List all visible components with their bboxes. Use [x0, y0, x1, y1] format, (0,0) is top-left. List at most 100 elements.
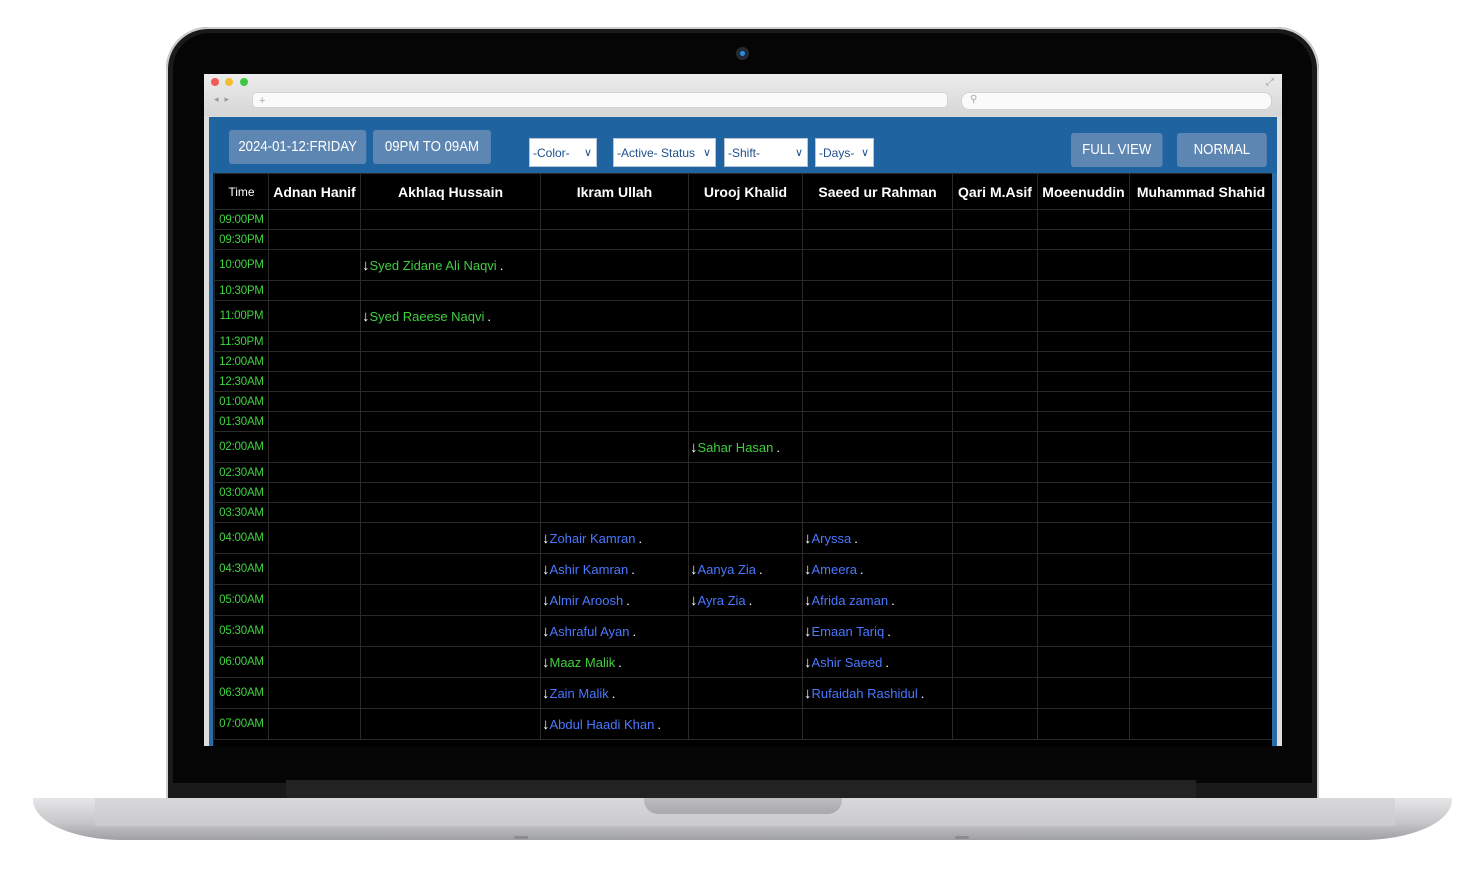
student-name[interactable]: Syed Raeese Naqvi — [370, 309, 485, 324]
schedule-cell[interactable] — [688, 462, 803, 483]
schedule-cell[interactable] — [952, 677, 1038, 709]
schedule-cell[interactable] — [1129, 371, 1272, 392]
student-entry[interactable]: ↓Ashraful Ayan. — [542, 623, 636, 640]
schedule-cell[interactable] — [268, 522, 361, 554]
schedule-cell[interactable] — [952, 371, 1038, 392]
schedule-cell[interactable] — [688, 646, 803, 678]
student-entry[interactable]: ↓Sahar Hasan. — [690, 439, 780, 456]
student-name[interactable]: Zain Malik — [550, 686, 609, 701]
shift-select[interactable]: -Shift- ∨ — [724, 138, 808, 167]
schedule-cell[interactable] — [802, 300, 953, 332]
schedule-cell[interactable]: ↓Ashir Kamran. — [540, 553, 689, 585]
schedule-cell[interactable] — [1129, 708, 1272, 740]
schedule-cell[interactable] — [1129, 351, 1272, 372]
minimize-window-icon[interactable] — [225, 78, 233, 86]
schedule-cell[interactable] — [268, 331, 361, 352]
schedule-cell[interactable] — [1037, 249, 1130, 281]
schedule-cell[interactable] — [1037, 522, 1130, 554]
schedule-cell[interactable] — [802, 280, 953, 301]
schedule-cell[interactable] — [540, 371, 689, 392]
schedule-cell[interactable] — [802, 351, 953, 372]
schedule-cell[interactable]: ↓Zohair Kamran. — [540, 522, 689, 554]
schedule-cell[interactable] — [952, 300, 1038, 332]
schedule-cell[interactable] — [952, 209, 1038, 230]
schedule-cell[interactable]: ↓Emaan Tariq. — [802, 615, 953, 647]
student-entry[interactable]: ↓Ashir Saeed. — [804, 654, 889, 671]
close-window-icon[interactable] — [211, 78, 219, 86]
schedule-cell[interactable] — [360, 522, 541, 554]
schedule-cell[interactable] — [688, 522, 803, 554]
schedule-cell[interactable] — [268, 411, 361, 432]
schedule-cell[interactable] — [1037, 300, 1130, 332]
schedule-cell[interactable]: ↓Afrida zaman. — [802, 584, 953, 616]
student-name[interactable]: Abdul Haadi Khan — [550, 717, 655, 732]
schedule-cell[interactable] — [952, 229, 1038, 250]
schedule-cell[interactable] — [802, 249, 953, 281]
schedule-cell[interactable] — [268, 280, 361, 301]
back-forward-icon[interactable]: ◂▸ — [214, 94, 235, 105]
schedule-cell[interactable]: ↓Maaz Malik. — [540, 646, 689, 678]
schedule-cell[interactable] — [802, 209, 953, 230]
schedule-cell[interactable] — [1129, 522, 1272, 554]
new-tab-icon[interactable]: + — [259, 95, 265, 107]
schedule-cell[interactable] — [1037, 677, 1130, 709]
schedule-cell[interactable]: ↓Zain Malik. — [540, 677, 689, 709]
schedule-cell[interactable] — [360, 431, 541, 463]
schedule-cell[interactable] — [268, 677, 361, 709]
schedule-cell[interactable] — [268, 553, 361, 585]
address-bar[interactable]: + — [252, 92, 948, 108]
schedule-cell[interactable] — [952, 351, 1038, 372]
schedule-cell[interactable] — [688, 280, 803, 301]
schedule-cell[interactable] — [688, 249, 803, 281]
schedule-cell[interactable] — [1037, 615, 1130, 647]
days-select[interactable]: -Days- ∨ — [815, 138, 874, 167]
browser-search-input[interactable]: ⚲ — [961, 92, 1272, 110]
schedule-cell[interactable] — [688, 229, 803, 250]
student-entry[interactable]: ↓Aryssa. — [804, 530, 858, 547]
schedule-cell[interactable] — [540, 482, 689, 503]
schedule-cell[interactable] — [1129, 646, 1272, 678]
schedule-cell[interactable] — [1129, 209, 1272, 230]
schedule-cell[interactable] — [1129, 229, 1272, 250]
schedule-cell[interactable] — [1129, 502, 1272, 523]
schedule-cell[interactable]: ↓Abdul Haadi Khan. — [540, 708, 689, 740]
schedule-cell[interactable] — [360, 411, 541, 432]
schedule-cell[interactable] — [1037, 209, 1130, 230]
schedule-cell[interactable] — [802, 391, 953, 412]
normal-view-button[interactable]: NORMAL — [1177, 133, 1267, 167]
student-name[interactable]: Aanya Zia — [698, 562, 757, 577]
full-view-button[interactable]: FULL VIEW — [1071, 133, 1163, 167]
schedule-cell[interactable] — [952, 646, 1038, 678]
student-name[interactable]: Aryssa — [812, 531, 852, 546]
schedule-cell[interactable] — [1037, 371, 1130, 392]
schedule-cell[interactable] — [360, 584, 541, 616]
schedule-cell[interactable] — [540, 431, 689, 463]
student-entry[interactable]: ↓Ashir Kamran. — [542, 561, 635, 578]
schedule-cell[interactable] — [1129, 553, 1272, 585]
schedule-cell[interactable] — [952, 482, 1038, 503]
student-entry[interactable]: ↓Ayra Zia. — [690, 592, 752, 609]
schedule-cell[interactable] — [268, 249, 361, 281]
schedule-cell[interactable] — [1129, 331, 1272, 352]
student-name[interactable]: Almir Aroosh — [550, 593, 624, 608]
schedule-cell[interactable] — [688, 300, 803, 332]
schedule-cell[interactable] — [268, 351, 361, 372]
schedule-cell[interactable] — [688, 708, 803, 740]
student-name[interactable]: Afrida zaman — [812, 593, 889, 608]
schedule-cell[interactable] — [952, 431, 1038, 463]
schedule-cell[interactable] — [1037, 482, 1130, 503]
schedule-cell[interactable] — [802, 431, 953, 463]
schedule-cell[interactable] — [1037, 462, 1130, 483]
student-name[interactable]: Rufaidah Rashidul — [812, 686, 918, 701]
schedule-cell[interactable] — [688, 502, 803, 523]
schedule-cell[interactable] — [540, 209, 689, 230]
schedule-cell[interactable] — [360, 391, 541, 412]
student-name[interactable]: Syed Zidane Ali Naqvi — [370, 258, 497, 273]
student-name[interactable]: Ashir Kamran — [550, 562, 629, 577]
schedule-cell[interactable] — [268, 708, 361, 740]
schedule-cell[interactable] — [1037, 646, 1130, 678]
schedule-cell[interactable] — [540, 300, 689, 332]
schedule-cell[interactable]: ↓Almir Aroosh. — [540, 584, 689, 616]
student-name[interactable]: Ayra Zia — [698, 593, 746, 608]
schedule-cell[interactable] — [1129, 677, 1272, 709]
